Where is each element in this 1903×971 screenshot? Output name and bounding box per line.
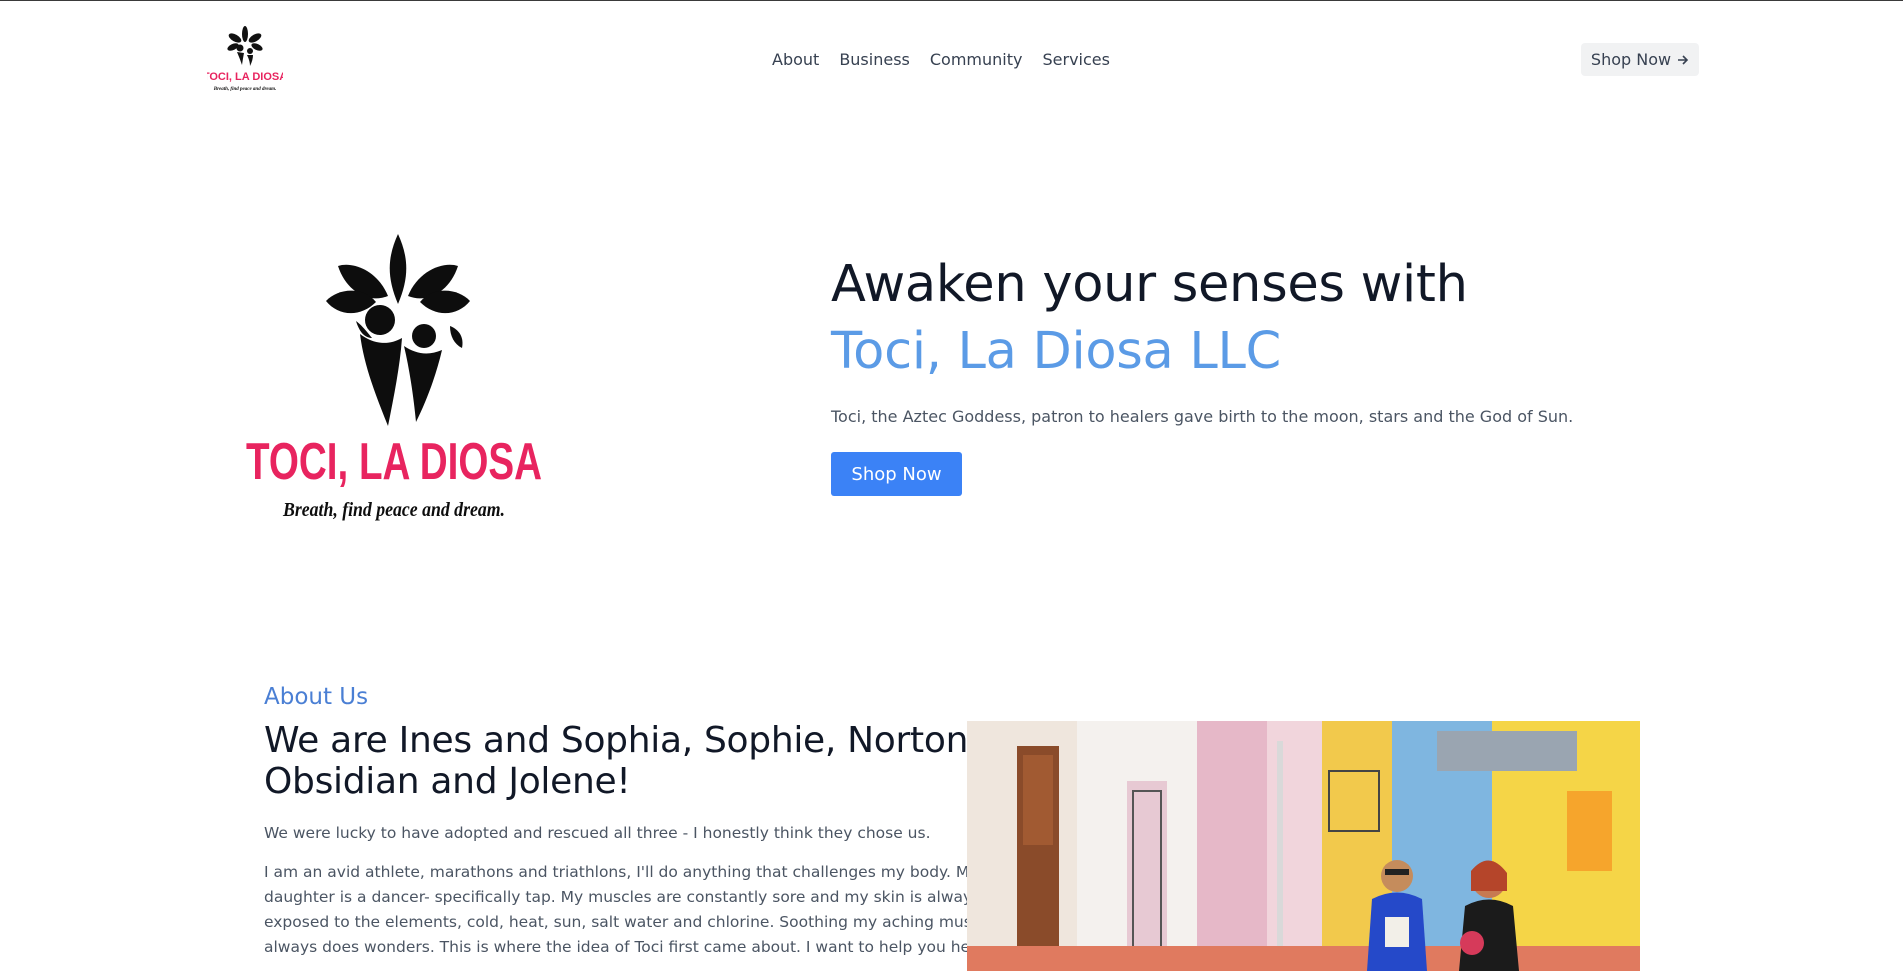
header-shop-now-button[interactable]: Shop Now — [1581, 43, 1699, 76]
brand-logo[interactable]: TOCI, LA DIOSA Breath, find peace and dr… — [207, 25, 283, 95]
nav-about[interactable]: About — [772, 50, 819, 69]
hero-logo-tagline: Breath, find peace and dream. — [282, 499, 505, 521]
tree-people-icon — [326, 234, 470, 426]
about-title-line1: We are Ines and Sophia, Sophie, Norton, — [264, 720, 980, 761]
hero-shop-now-button[interactable]: Shop Now — [831, 452, 962, 496]
about-section: About Us We are Ines and Sophia, Sophie,… — [264, 684, 1003, 960]
site-header: TOCI, LA DIOSA Breath, find peace and dr… — [0, 1, 1903, 119]
hero-brand-logo: TOCI, LA DIOSA Breath, find peace and dr… — [246, 234, 542, 521]
nav-business[interactable]: Business — [839, 50, 910, 69]
nav-services[interactable]: Services — [1042, 50, 1109, 69]
about-title-line2: Obsidian and Jolene! — [264, 761, 631, 802]
hero-content: Awaken your senses with Toci, La Diosa L… — [831, 251, 1591, 496]
main-nav: About Business Community Services — [772, 50, 1110, 69]
brand-logo-tagline: Breath, find peace and dream. — [213, 87, 277, 92]
hero-logo-wordmark: TOCI, LA DIOSA — [246, 433, 542, 491]
about-title: We are Ines and Sophia, Sophie, Norton, … — [264, 720, 980, 802]
about-photo — [967, 721, 1640, 971]
hero-description: Toci, the Aztec Goddess, patron to heale… — [831, 407, 1574, 426]
hero-title-line1: Awaken your senses with — [831, 255, 1468, 314]
arrow-right-icon — [1678, 54, 1689, 65]
about-paragraph-2-line: daughter is a dancer- specifically tap. … — [264, 888, 981, 906]
hero-title-brand: Toci, La Diosa LLC — [831, 322, 1281, 381]
about-paragraph-2: I am an avid athlete, marathons and tria… — [264, 860, 1003, 960]
brand-logo-wordmark: TOCI, LA DIOSA — [207, 71, 283, 83]
header-shop-now-label: Shop Now — [1590, 50, 1672, 69]
about-paragraph-1: We were lucky to have adopted and rescue… — [264, 824, 931, 842]
about-paragraph-2-line: exposed to the elements, cold, heat, sun… — [264, 913, 1003, 931]
about-eyebrow: About Us — [264, 684, 369, 710]
about-paragraph-2-line: I am an avid athlete, marathons and tria… — [264, 863, 979, 881]
hero-title: Awaken your senses with Toci, La Diosa L… — [831, 251, 1591, 385]
about-paragraph-2-line: always does wonders. This is where the i… — [264, 938, 984, 956]
nav-community[interactable]: Community — [930, 50, 1023, 69]
